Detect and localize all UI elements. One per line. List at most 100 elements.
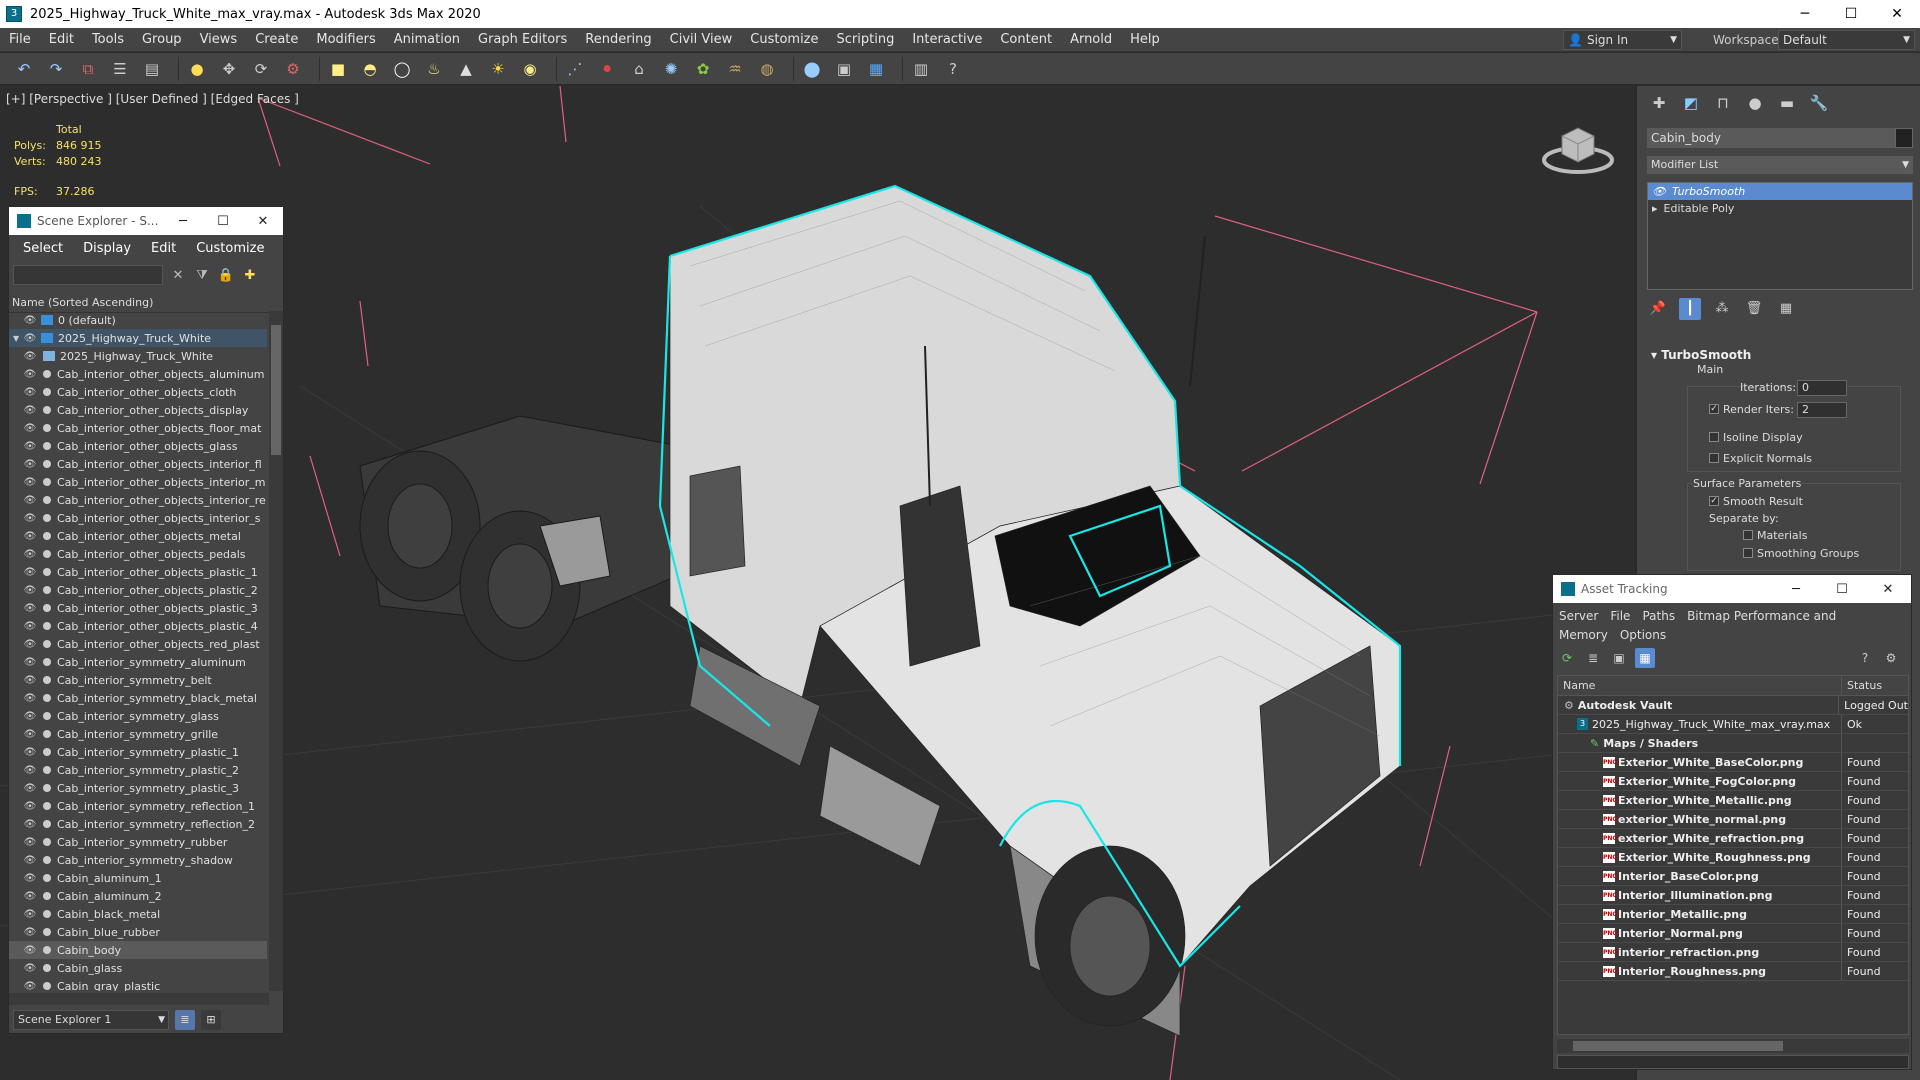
table-view-icon[interactable]: ▦ <box>1635 648 1655 668</box>
list-item[interactable]: ▼ 👁 2025_Highway_Truck_White <box>9 329 267 347</box>
object-name-field[interactable]: Cabin_body <box>1647 128 1899 148</box>
visibility-eye-icon[interactable]: 👁 <box>23 477 37 488</box>
list-item[interactable]: 👁 Cab_interior_other_objects_interior_m <box>9 473 267 491</box>
rollout-title[interactable]: ▾ TurboSmooth <box>1647 346 1913 364</box>
menu-item-group[interactable]: Group <box>133 28 191 52</box>
visibility-eye-icon[interactable]: 👁 <box>23 891 37 902</box>
hair-icon[interactable]: ♒ <box>723 57 747 81</box>
layer-manager-icon[interactable]: ☰ <box>108 57 132 81</box>
menu-item-interactive[interactable]: Interactive <box>903 28 991 52</box>
expand-arrow-icon[interactable]: ▸ <box>1652 202 1658 215</box>
asset-tracking-titlebar[interactable]: Asset Tracking ─ ☐ ✕ <box>1553 575 1911 603</box>
visibility-eye-icon[interactable]: 👁 <box>23 315 37 326</box>
visibility-eye-icon[interactable]: 👁 <box>23 675 37 686</box>
table-row[interactable]: PNG Exterior_White_Metallic.png Found <box>1558 791 1908 810</box>
visibility-eye-icon[interactable]: 👁 <box>23 513 37 524</box>
maximize-button[interactable]: ☐ <box>1828 0 1874 28</box>
undo-icon[interactable]: ↶ <box>12 57 36 81</box>
visibility-eye-icon[interactable]: 👁 <box>23 369 37 380</box>
list-item[interactable]: 👁 Cab_interior_symmetry_glass <box>9 707 267 725</box>
visibility-eye-icon[interactable]: 👁 <box>23 801 37 812</box>
list-item[interactable]: 👁 Cabin_black_metal <box>9 905 267 923</box>
asset-menu-paths[interactable]: Paths <box>1642 609 1675 623</box>
close-icon[interactable]: ✕ <box>1865 582 1911 597</box>
menu-item-graph-editors[interactable]: Graph Editors <box>469 28 576 52</box>
sign-in-dropdown[interactable]: 👤 Sign In ▼ <box>1563 30 1682 50</box>
list-item[interactable]: 👁 Cab_interior_other_objects_display <box>9 401 267 419</box>
visibility-eye-icon[interactable]: 👁 <box>23 783 37 794</box>
thumbnail-view-icon[interactable]: ▣ <box>1609 648 1629 668</box>
menu-item-file[interactable]: File <box>0 28 40 52</box>
menu-item-modifiers[interactable]: Modifiers <box>307 28 384 52</box>
table-row[interactable]: 3 2025_Highway_Truck_White_max_vray.max Ok <box>1558 715 1908 734</box>
visibility-eye-icon[interactable]: 👁 <box>23 927 37 938</box>
table-row[interactable]: PNG Interior_Illumination.png Found <box>1558 886 1908 905</box>
list-item[interactable]: 👁 Cab_interior_symmetry_grille <box>9 725 267 743</box>
remove-modifier-icon[interactable]: 🗑 <box>1743 298 1765 320</box>
menu-item-scripting[interactable]: Scripting <box>828 28 904 52</box>
visibility-eye-icon[interactable]: 👁 <box>23 405 37 416</box>
viewcube-icon[interactable] <box>1540 116 1616 176</box>
expand-icon[interactable]: ▼ <box>13 334 23 343</box>
name-column-header[interactable]: Name (Sorted Ascending) <box>9 293 283 313</box>
visibility-eye-icon[interactable]: 👁 <box>23 585 37 596</box>
list-item[interactable]: 👁 Cab_interior_symmetry_reflection_2 <box>9 815 267 833</box>
horizontal-scrollbar[interactable] <box>1557 1039 1909 1053</box>
rotate-icon[interactable]: ⟳ <box>249 57 273 81</box>
fur-icon[interactable]: ✿ <box>691 57 715 81</box>
asset-menu-bitmap-performance-and-memory[interactable]: Bitmap Performance and Memory <box>1559 609 1836 642</box>
list-item[interactable]: 👁 Cab_interior_symmetry_rubber <box>9 833 267 851</box>
help-icon[interactable]: ? <box>1855 648 1875 668</box>
list-item[interactable]: 👁 Cabin_aluminum_2 <box>9 887 267 905</box>
menu-item-rendering[interactable]: Rendering <box>576 28 660 52</box>
menu-item-help[interactable]: Help <box>1121 28 1169 52</box>
close-icon[interactable]: ✕ <box>243 214 283 229</box>
particle-icon[interactable]: ⚫ <box>595 57 619 81</box>
list-item[interactable]: 👁 Cab_interior_other_objects_glass <box>9 437 267 455</box>
asset-menu-file[interactable]: File <box>1610 609 1630 623</box>
visibility-eye-icon[interactable]: 👁 <box>23 441 37 452</box>
list-item[interactable]: 👁 Cab_interior_symmetry_plastic_1 <box>9 743 267 761</box>
filter-icon[interactable]: ⧩ <box>193 268 211 283</box>
visibility-eye-icon[interactable]: 👁 <box>23 495 37 506</box>
list-item[interactable]: 👁 Cab_interior_other_objects_interior_fl <box>9 455 267 473</box>
table-row[interactable]: PNG Exterior_White_FogColor.png Found <box>1558 772 1908 791</box>
scene-menu-display[interactable]: Display <box>83 241 131 256</box>
list-item[interactable]: 👁 Cab_interior_other_objects_cloth <box>9 383 267 401</box>
hierarchy-icon[interactable]: ⊞ <box>201 1010 221 1030</box>
visibility-eye-icon[interactable]: 👁 <box>23 855 37 866</box>
list-item[interactable]: 👁 Cabin_gray_plastic <box>9 977 267 992</box>
menu-item-animation[interactable]: Animation <box>385 28 469 52</box>
table-row[interactable]: PNG Interior_Roughness.png Found <box>1558 962 1908 981</box>
list-item[interactable]: 👁 Cab_interior_symmetry_plastic_2 <box>9 761 267 779</box>
list-item[interactable]: 👁 Cab_interior_other_objects_plastic_3 <box>9 599 267 617</box>
help-icon[interactable]: ? <box>941 57 965 81</box>
minimize-icon[interactable]: ─ <box>163 214 203 229</box>
redo-icon[interactable]: ↷ <box>44 57 68 81</box>
visibility-eye-icon[interactable]: 👁 <box>23 387 37 398</box>
visibility-eye-icon[interactable]: 👁 <box>23 459 37 470</box>
select-link-icon[interactable]: ⧉ <box>76 57 100 81</box>
eye-icon[interactable]: 👁 <box>1652 185 1666 198</box>
settings-icon[interactable]: ⚙ <box>1881 648 1901 668</box>
bulb-icon[interactable]: ● <box>185 57 209 81</box>
dome-icon[interactable]: ◉ <box>518 57 542 81</box>
render-iters-checkbox[interactable]: ✓ <box>1709 404 1719 414</box>
visibility-eye-icon[interactable]: 👁 <box>23 639 37 650</box>
explicit-normals-checkbox[interactable] <box>1709 453 1719 463</box>
box-icon[interactable]: ■ <box>326 57 350 81</box>
teapot-icon[interactable]: ♨ <box>422 57 446 81</box>
modifier-list-dropdown[interactable]: Modifier List ▼ <box>1647 156 1913 174</box>
list-item[interactable]: 👁 Cab_interior_other_objects_plastic_4 <box>9 617 267 635</box>
list-item[interactable]: 👁 Cab_interior_other_objects_interior_s <box>9 509 267 527</box>
clear-icon[interactable]: ✕ <box>169 268 187 283</box>
viewport-layout-icon[interactable]: ▥ <box>909 57 933 81</box>
horizontal-scrollbar[interactable] <box>9 993 269 1005</box>
visibility-eye-icon[interactable]: 👁 <box>23 531 37 542</box>
visibility-eye-icon[interactable]: 👁 <box>23 423 37 434</box>
move-icon[interactable]: ✥ <box>217 57 241 81</box>
menu-item-edit[interactable]: Edit <box>40 28 83 52</box>
list-item[interactable]: 👁 Cab_interior_other_objects_red_plast <box>9 635 267 653</box>
scene-list-icon[interactable]: ▤ <box>140 57 164 81</box>
name-column-header[interactable]: Name <box>1558 676 1842 695</box>
